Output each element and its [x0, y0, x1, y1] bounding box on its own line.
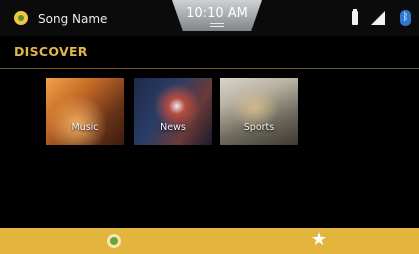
status-bar: Song Name 10:10 AM ᛒ: [0, 0, 419, 36]
clock-pull-tab[interactable]: 10:10 AM: [172, 0, 262, 31]
signal-icon: [371, 11, 385, 25]
bottom-nav-bar: ★: [0, 228, 419, 254]
star-icon[interactable]: ★: [310, 231, 328, 249]
clock-time: 10:10 AM: [186, 6, 248, 21]
home-icon[interactable]: [107, 234, 121, 248]
battery-icon: [352, 9, 358, 25]
song-name[interactable]: Song Name: [38, 12, 107, 26]
song-app-icon[interactable]: [14, 11, 28, 25]
tile-label: News: [160, 122, 186, 133]
title-divider: [0, 68, 419, 69]
tile-sports[interactable]: Sports: [220, 78, 298, 145]
pull-down-handle-icon[interactable]: [210, 23, 224, 27]
tile-label: Sports: [243, 122, 275, 133]
page-title: DISCOVER: [14, 44, 88, 59]
tile-news[interactable]: News: [134, 78, 212, 145]
tile-music[interactable]: Music: [46, 78, 124, 145]
tile-label: Music: [71, 122, 99, 133]
bluetooth-icon: ᛒ: [400, 10, 411, 26]
